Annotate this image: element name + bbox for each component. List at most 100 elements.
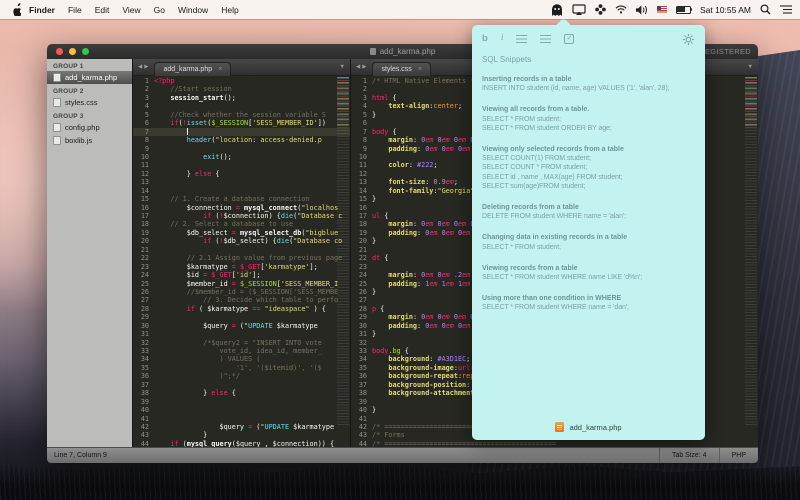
wifi-icon[interactable] — [615, 5, 627, 14]
code-line: 42 $query = ("UPDATE $karmatype — [133, 423, 350, 431]
close-tab-icon[interactable]: × — [218, 66, 222, 73]
code-line: 32 /*$query2 = "INSERT INTO vote — [133, 339, 350, 347]
snippet-line: INSERT INTO student (id, name, age) VALU… — [482, 84, 695, 93]
sidebar-file-styles-css[interactable]: styles.css — [47, 96, 132, 109]
snippet-line: SELECT COUNT(1) FROM student; — [482, 154, 695, 163]
notification-center-icon[interactable] — [780, 5, 792, 14]
code-line: 36 )";*/ — [133, 372, 350, 380]
status-bar: Line 7, Column 9 Tab Size: 4 PHP — [47, 447, 758, 463]
php-file-icon — [555, 422, 564, 432]
popover-title: SQL Snippets — [482, 55, 695, 64]
minimap[interactable] — [745, 77, 757, 427]
code-line: 30 $query = ("UPDATE $karmatype — [133, 322, 350, 330]
numbered-list-icon[interactable] — [540, 35, 551, 43]
tab-overflow-icon[interactable]: ▼ — [340, 64, 345, 70]
code-line: 25 $member_id = $_SESSION['SESS_MEMBER_I — [133, 280, 350, 288]
sidebar-group-header: GROUP 3 — [47, 109, 132, 121]
code-line: 28 if ( $karmatype == "ideaspace" ) { — [133, 305, 350, 313]
snippet-section: Changing data in existing records in a t… — [482, 233, 695, 251]
bold-icon[interactable]: b — [482, 34, 488, 44]
code-line: 18 // 2. Select a database to use — [133, 220, 350, 228]
code-line: 12 } else { — [133, 170, 350, 178]
snippet-line: SELECT * FROM student ORDER BY age; — [482, 124, 695, 133]
bullet-list-icon[interactable] — [516, 35, 527, 43]
menu-bar-clock[interactable]: Sat 10:55 AM — [700, 5, 751, 15]
snippet-heading: Changing data in existing records in a t… — [482, 233, 695, 242]
file-icon — [53, 98, 61, 107]
spotlight-search-icon[interactable] — [760, 4, 771, 15]
code-line: 1<?php — [133, 77, 350, 85]
file-icon — [53, 136, 61, 145]
italic-icon[interactable]: i — [501, 34, 504, 44]
code-line: 11 — [133, 161, 350, 169]
menu-items: Finder File Edit View Go Window Help — [29, 5, 239, 15]
code-line: 31 — [133, 330, 350, 338]
volume-icon[interactable] — [636, 5, 648, 15]
menu-file[interactable]: File — [68, 5, 82, 15]
menu-go[interactable]: Go — [154, 5, 165, 15]
snippet-line: SELECT sum(age)FROM student; — [482, 182, 695, 191]
code-line: 33 vote_id, idea_id, member_ — [133, 347, 350, 355]
tab-overflow-icon[interactable]: ▼ — [748, 64, 753, 70]
code-line: 10 exit(); — [133, 153, 350, 161]
minimap[interactable] — [337, 77, 349, 427]
code-line: 41 — [133, 415, 350, 423]
sidebar-file-boxlib-js[interactable]: boxlib.js — [47, 134, 132, 147]
snippet-heading: Viewing all records from a table. — [482, 105, 695, 114]
sidebar-group-header: GROUP 2 — [47, 84, 132, 96]
tab-scroll-arrows[interactable]: ◀▶ — [356, 64, 368, 70]
snippet-line: SELECT * FROM student; — [482, 243, 695, 252]
tab-size-indicator[interactable]: Tab Size: 4 — [659, 448, 719, 463]
snippets-app-icon[interactable] — [551, 4, 563, 16]
tab-bar: ◀▶ add_karma.php × ▼ — [133, 59, 350, 76]
close-tab-icon[interactable]: × — [418, 66, 422, 73]
tab-add-karma-php[interactable]: add_karma.php × — [154, 62, 231, 76]
code-line: 38 } else { — [133, 389, 350, 397]
menu-window[interactable]: Window — [178, 5, 208, 15]
checklist-icon[interactable]: ✓ — [564, 34, 574, 44]
apple-menu-icon[interactable] — [10, 3, 21, 16]
tab-styles-css[interactable]: styles.css × — [372, 62, 430, 76]
display-mirroring-icon[interactable] — [572, 4, 586, 15]
snippet-line: SELECT * FROM student WHERE name LIKE 'd… — [482, 273, 695, 282]
menu-help[interactable]: Help — [221, 5, 238, 15]
fan-icon[interactable] — [595, 4, 606, 15]
code-line: 44 if (mysql_query($query , $connection)… — [133, 440, 350, 447]
code-line: 43 } — [133, 431, 350, 439]
code-line: 26 //$member_id = ($_SESSION['SESS_MEMBE — [133, 288, 350, 296]
menu-finder[interactable]: Finder — [29, 5, 55, 15]
linked-file[interactable]: add_karma.php — [472, 422, 705, 432]
snippet-line: SELECT * FROM student WHERE name = 'dan'… — [482, 303, 695, 312]
tab-scroll-arrows[interactable]: ◀▶ — [138, 64, 150, 70]
code-line: 34 ) VALUES ( — [133, 355, 350, 363]
code-line: 4 — [133, 102, 350, 110]
zoom-window-button[interactable] — [82, 48, 89, 55]
language-indicator[interactable]: PHP — [719, 448, 758, 463]
code-line: 6 if(!isset($_SESSION['SESS_MEMBER_ID']) — [133, 119, 350, 127]
sidebar-file-add_karma-php[interactable]: add_karma.php — [47, 71, 132, 84]
minimize-window-button[interactable] — [69, 48, 76, 55]
code-line: 2 //Start session — [133, 85, 350, 93]
code-editor-php[interactable]: 1<?php2 //Start session3 session_start()… — [133, 76, 350, 447]
code-line: 14 — [133, 187, 350, 195]
battery-icon[interactable] — [676, 6, 691, 14]
snippet-section: Deleting records from a tableDELETE FROM… — [482, 203, 695, 221]
snippet-heading: Deleting records from a table — [482, 203, 695, 212]
snippet-section: Viewing records from a tableSELECT * FRO… — [482, 264, 695, 282]
menu-bar-status-area: Sat 10:55 AM — [551, 4, 800, 16]
code-line: 5 //Check whether the session variable S — [133, 111, 350, 119]
file-sidebar: GROUP 1add_karma.phpGROUP 2styles.cssGRO… — [47, 59, 132, 447]
code-line: 17 if (!$connection) {die("Database c — [133, 212, 350, 220]
close-window-button[interactable] — [56, 48, 63, 55]
code-line: 24 $id = $_GET['id']; — [133, 271, 350, 279]
us-flag-icon[interactable] — [657, 6, 667, 13]
sidebar-file-config-php[interactable]: config.php — [47, 121, 132, 134]
code-line: 40 — [133, 406, 350, 414]
snippet-heading: Inserting records in a table — [482, 75, 695, 84]
snippet-line: DELETE FROM student WHERE name = 'alan'; — [482, 212, 695, 221]
snippet-heading: Using more than one condition in WHERE — [482, 294, 695, 303]
gear-icon[interactable] — [682, 33, 695, 46]
menu-view[interactable]: View — [122, 5, 140, 15]
menu-edit[interactable]: Edit — [95, 5, 110, 15]
snippet-section: Viewing all records from a table. SELECT … — [482, 105, 695, 133]
